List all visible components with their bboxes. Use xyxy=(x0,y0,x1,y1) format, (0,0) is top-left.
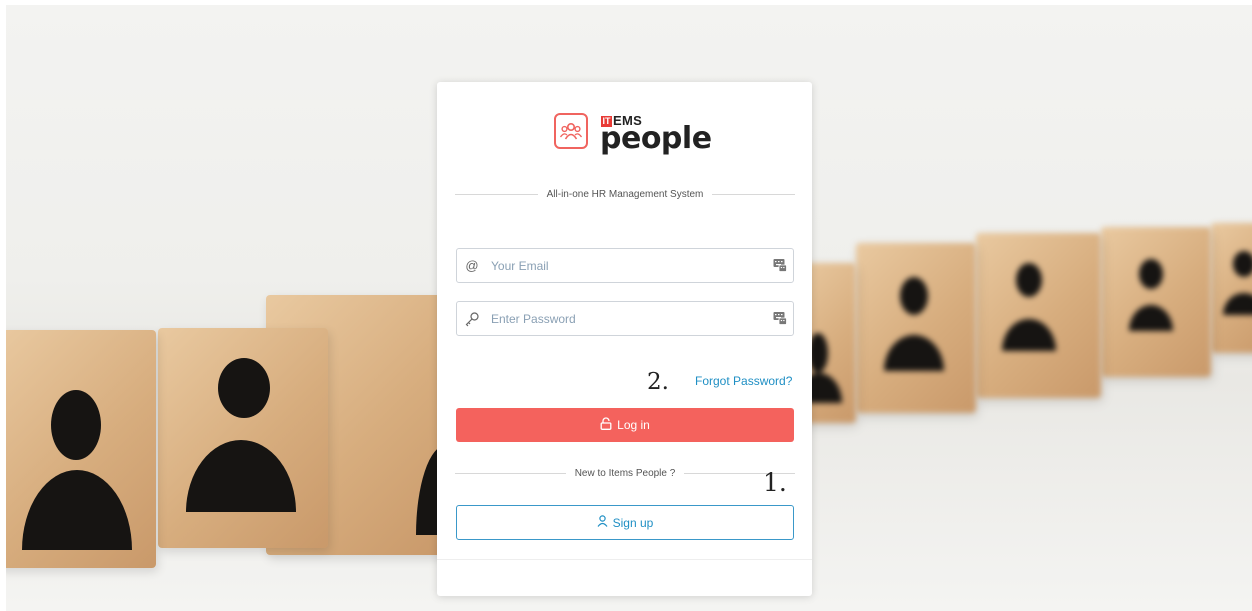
email-field[interactable]: @ xyxy=(456,248,794,283)
forgot-password-link[interactable]: Forgot Password? xyxy=(695,374,792,388)
tagline-divider: All-in-one HR Management System xyxy=(455,186,796,202)
password-field[interactable] xyxy=(456,301,794,336)
logo-people-text: people xyxy=(600,121,712,156)
login-button[interactable]: Log in xyxy=(456,408,794,442)
password-input[interactable] xyxy=(491,308,751,329)
wooden-block xyxy=(6,330,156,568)
email-input[interactable] xyxy=(491,255,751,276)
step-1-annotation: 1. xyxy=(763,468,787,497)
wooden-block xyxy=(856,243,976,413)
people-group-icon xyxy=(554,113,588,149)
login-label: Log in xyxy=(617,418,650,432)
wooden-block xyxy=(158,328,328,548)
login-card: IT EMS people All-in-one HR Management S… xyxy=(437,82,812,596)
keyboard-icon[interactable] xyxy=(773,258,787,277)
new-user-text: New to Items People ? xyxy=(574,467,676,479)
tagline: All-in-one HR Management System xyxy=(546,188,704,200)
lock-icon xyxy=(600,417,612,433)
step-2-annotation: 2. xyxy=(647,369,669,395)
signup-button[interactable]: Sign up xyxy=(456,505,794,540)
new-user-divider: New to Items People ? xyxy=(455,465,796,481)
key-icon xyxy=(464,311,480,327)
brand-logo: IT EMS people xyxy=(554,107,712,157)
at-icon: @ xyxy=(465,258,479,273)
wooden-block xyxy=(976,233,1101,398)
wooden-block xyxy=(1101,227,1211,377)
wooden-block xyxy=(1211,223,1252,353)
card-footer-divider xyxy=(437,559,812,560)
signup-label: Sign up xyxy=(612,515,654,530)
keyboard-icon[interactable] xyxy=(773,311,787,330)
user-icon xyxy=(597,515,608,530)
